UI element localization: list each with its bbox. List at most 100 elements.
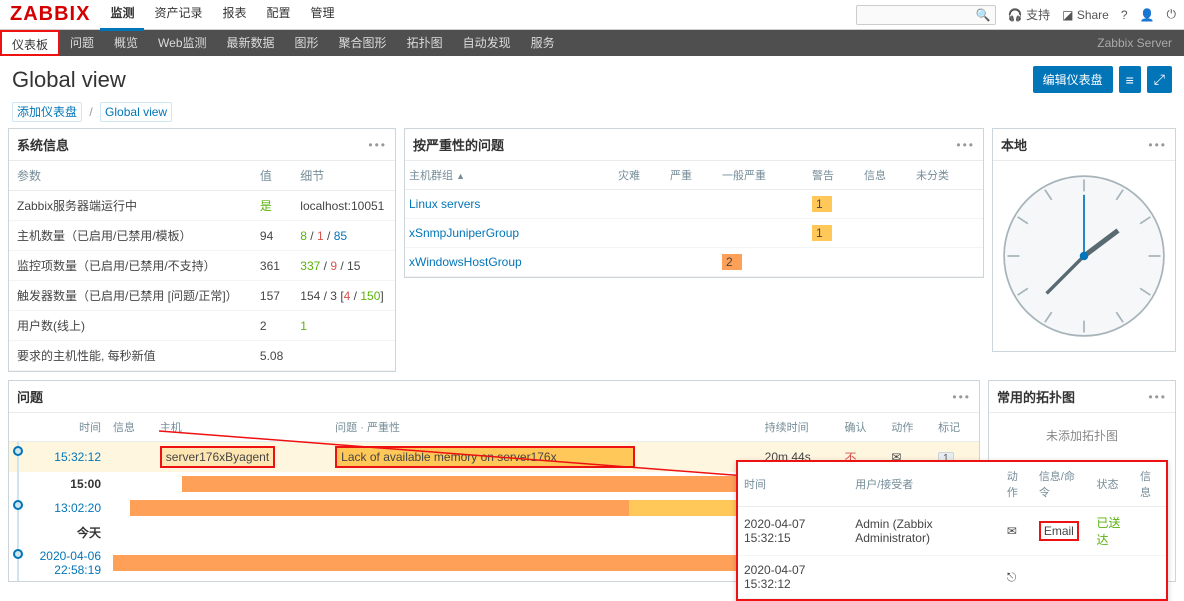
- problem-time-label: 今天: [25, 520, 107, 545]
- subnav-maps[interactable]: 拓扑图: [397, 30, 453, 56]
- popup-user: [849, 556, 1001, 599]
- severity-row: Linux servers 1: [405, 190, 983, 219]
- dashboard-menu-button[interactable]: ≡: [1119, 66, 1141, 93]
- sev-h: 一般严重: [718, 161, 808, 190]
- prob-h-act: 动作: [885, 413, 932, 442]
- search-input[interactable]: 🔍: [856, 5, 996, 25]
- breadcrumb: 添加仪表盘 / Global view: [12, 103, 1172, 120]
- sysinfo-row: Zabbix服务器端运行中 是 localhost:10051: [9, 191, 395, 221]
- sysinfo-value: 是: [252, 191, 292, 221]
- top-nav: 监测 资产记录 报表 配置 管理: [100, 0, 344, 31]
- sysinfo-row: 主机数量（已启用/已禁用/模板） 94 8 / 1 / 85: [9, 221, 395, 251]
- popup-status: [1091, 556, 1134, 599]
- power-icon[interactable]: ⏻: [1167, 7, 1177, 22]
- hostgroup-link[interactable]: xSnmpJuniperGroup: [409, 226, 519, 240]
- support-link[interactable]: 🎧 支持: [1008, 6, 1050, 23]
- topnav-monitoring[interactable]: 监测: [100, 0, 144, 31]
- sysinfo-param: 触发器数量（已启用/已禁用 [问题/正常]）: [9, 281, 252, 311]
- pop-h-act: 动作: [1001, 462, 1033, 507]
- logo: ZABBIX: [0, 3, 100, 26]
- sysinfo-row: 监控项数量（已启用/已禁用/不支持） 361 337 / 9 / 15: [9, 251, 395, 281]
- hostgroup-link[interactable]: Linux servers: [409, 197, 480, 211]
- share-link[interactable]: ◪ Share: [1062, 8, 1109, 22]
- sysinfo-row: 用户数(线上) 2 1: [9, 311, 395, 341]
- widget-menu-icon[interactable]: •••: [1148, 390, 1167, 404]
- topology-title: 常用的拓扑图: [997, 387, 1075, 406]
- sysinfo-param: 主机数量（已启用/已禁用/模板）: [9, 221, 252, 251]
- severity-count[interactable]: 1: [812, 225, 832, 241]
- sev-h: 警告: [808, 161, 860, 190]
- widget-menu-icon[interactable]: •••: [368, 138, 387, 152]
- sysinfo-title: 系统信息: [17, 135, 69, 154]
- sysinfo-detail: [292, 341, 395, 371]
- breadcrumb-root[interactable]: 添加仪表盘: [12, 102, 82, 122]
- widget-menu-icon[interactable]: •••: [952, 390, 971, 404]
- problem-time-link[interactable]: 2020-04-06 22:58:19: [40, 549, 101, 577]
- sev-h: 严重: [666, 161, 718, 190]
- severity-widget: 按严重性的问题••• 主机群组 ▲灾难严重一般严重警告信息未分类 Linux s…: [404, 128, 984, 278]
- subnav-graphs[interactable]: 图形: [285, 30, 329, 56]
- sub-nav: 仪表板 问题 概览 Web监测 最新数据 图形 聚合图形 拓扑图 自动发现 服务…: [0, 30, 1184, 56]
- subnav-discovery[interactable]: 自动发现: [453, 30, 521, 56]
- problem-host[interactable]: server176xByagent: [160, 446, 275, 468]
- problem-name[interactable]: Lack of available memory on server176x: [335, 446, 635, 468]
- severity-title: 按严重性的问题: [413, 135, 504, 154]
- pop-h-time: 时间: [738, 462, 849, 507]
- pop-h-cmd: 信息/命令: [1033, 462, 1091, 507]
- clock-widget: 本地 •••: [992, 128, 1176, 352]
- sysinfo-param: Zabbix服务器端运行中: [9, 191, 252, 221]
- topnav-admin[interactable]: 管理: [301, 0, 345, 31]
- action-log-popup: 时间 用户/接受者 动作 信息/命令 状态 信息 2020-04-07 15:3…: [736, 460, 1168, 601]
- help-icon[interactable]: ?: [1121, 8, 1128, 22]
- breadcrumb-sep: /: [89, 105, 92, 119]
- hostgroup-link[interactable]: xWindowsHostGroup: [409, 255, 522, 269]
- sysinfo-widget: 系统信息 ••• 参数 值 细节 Zabbix服务器端运行中 是 localhos…: [8, 128, 396, 372]
- sysinfo-param: 监控项数量（已启用/已禁用/不支持）: [9, 251, 252, 281]
- sysinfo-h-val: 值: [252, 161, 292, 191]
- widget-menu-icon[interactable]: •••: [1148, 138, 1167, 152]
- clock-face: [993, 161, 1175, 351]
- pop-h-info: 信息: [1134, 462, 1166, 507]
- clock-title: 本地: [1001, 135, 1027, 154]
- subnav-web[interactable]: Web监测: [148, 30, 216, 56]
- popup-action-icon: ✉: [1001, 507, 1033, 556]
- fullscreen-button[interactable]: ⤢: [1147, 66, 1172, 93]
- sysinfo-param: 要求的主机性能, 每秒新值: [9, 341, 252, 371]
- problems-title: 问题: [17, 387, 43, 406]
- user-icon[interactable]: 👤: [1140, 8, 1155, 22]
- topnav-config[interactable]: 配置: [257, 0, 301, 31]
- problem-time-label: 15:00: [25, 472, 107, 496]
- popup-row: 2020-04-07 15:32:12 ⎋: [738, 556, 1166, 599]
- popup-user: Admin (Zabbix Administrator): [849, 507, 1001, 556]
- problem-time-link[interactable]: 13:02:20: [54, 501, 101, 515]
- top-tools: 🔍 🎧 支持 ◪ Share ? 👤 ⏻: [856, 5, 1184, 25]
- prob-h-info: 信息: [107, 413, 154, 442]
- edit-dashboard-button[interactable]: 编辑仪表盘: [1033, 66, 1113, 93]
- subnav-problems[interactable]: 问题: [60, 30, 104, 56]
- topnav-reports[interactable]: 报表: [212, 0, 256, 31]
- breadcrumb-leaf[interactable]: Global view: [100, 102, 172, 122]
- popup-action-icon: ⎋: [1001, 556, 1033, 599]
- subnav-latest[interactable]: 最新数据: [217, 30, 285, 56]
- sysinfo-row: 要求的主机性能, 每秒新值 5.08: [9, 341, 395, 371]
- severity-count[interactable]: 1: [812, 196, 832, 212]
- title-bar: Global view 编辑仪表盘 ≡ ⤢: [0, 56, 1184, 103]
- subnav-screens[interactable]: 聚合图形: [329, 30, 397, 56]
- severity-row: xSnmpJuniperGroup 1: [405, 219, 983, 248]
- sev-h: 信息: [860, 161, 912, 190]
- subnav-dashboard[interactable]: 仪表板: [0, 30, 60, 56]
- prob-h-time: 时间: [25, 413, 107, 442]
- server-name: Zabbix Server: [1097, 30, 1184, 56]
- problem-time-link[interactable]: 15:32:12: [54, 450, 101, 464]
- widget-menu-icon[interactable]: •••: [956, 138, 975, 152]
- subnav-overview[interactable]: 概览: [104, 30, 148, 56]
- sysinfo-table: 参数 值 细节 Zabbix服务器端运行中 是 localhost:10051主…: [9, 161, 395, 371]
- sysinfo-detail: 337 / 9 / 15: [292, 251, 395, 281]
- sysinfo-h-param: 参数: [9, 161, 252, 191]
- sev-h: 主机群组 ▲: [405, 161, 614, 190]
- page-title: Global view: [12, 67, 126, 93]
- subnav-services[interactable]: 服务: [521, 30, 565, 56]
- sysinfo-row: 触发器数量（已启用/已禁用 [问题/正常]） 157 154 / 3 [4 / …: [9, 281, 395, 311]
- topnav-inventory[interactable]: 资产记录: [144, 0, 212, 31]
- severity-count[interactable]: 2: [722, 254, 742, 270]
